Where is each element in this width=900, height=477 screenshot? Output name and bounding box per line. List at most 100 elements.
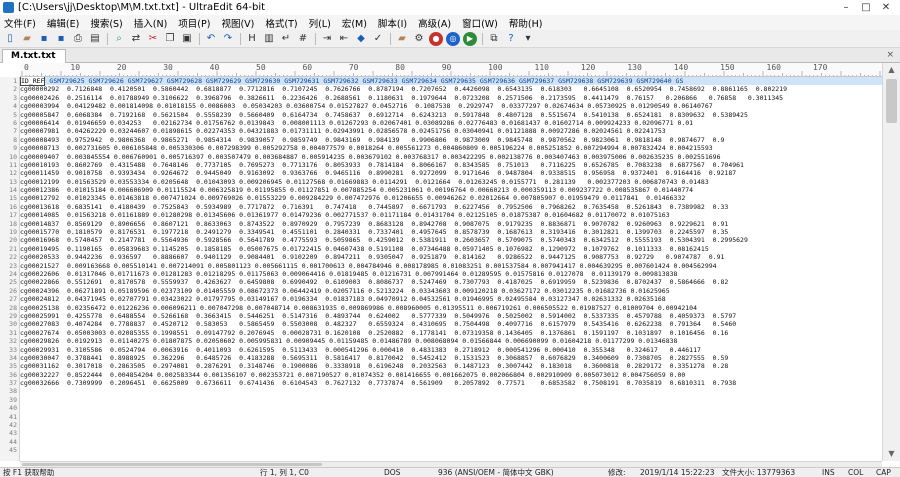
data-row: cg00002426 0.2516114 0.01788949 0.310662… [20, 93, 784, 102]
status-date: 2019/1/14 15:22:23 [640, 468, 715, 477]
print-preview-icon[interactable]: ▤ [88, 32, 102, 46]
save-all-icon[interactable]: ▪ [54, 32, 68, 46]
data-row: cg00027083 0.4074284 0.7788837 0.4520712… [20, 320, 737, 329]
data-row: cg00030047 0.3788441 0.8988925 0.362296 … [20, 353, 729, 362]
menu-script[interactable]: 脚本(I) [378, 16, 407, 30]
redo-icon[interactable]: ↷ [221, 32, 235, 46]
run-icon[interactable]: ▶ [463, 31, 477, 46]
cut-icon[interactable]: ✂ [146, 32, 160, 46]
file-tab[interactable]: M.txt.txt [2, 49, 66, 63]
spell-check-icon[interactable]: ✓ [371, 32, 385, 46]
ruler-label: 120 [580, 63, 596, 72]
vertical-scrollbar[interactable]: ▲ ▼ [882, 63, 900, 461]
status-insert-mode[interactable]: INS [822, 468, 835, 477]
menu-edit[interactable]: 编辑(E) [47, 16, 79, 30]
ruler-label: 20 [116, 63, 127, 72]
data-row: cg00011459 0.9010758 0.9393434 0.9264672… [20, 169, 737, 178]
copy-icon[interactable]: ❐ [163, 32, 177, 46]
data-row: cg00020533 0.9442236 0.936597 0.8886607 … [20, 253, 725, 262]
menu-macro[interactable]: 宏(M) [342, 16, 367, 30]
line-number: 12 [9, 169, 17, 178]
line-number: 22 [9, 253, 17, 262]
paste-icon[interactable]: ▣ [180, 32, 194, 46]
new-file-icon[interactable]: ▯ [3, 32, 17, 46]
status-column-mode[interactable]: COL [848, 468, 863, 477]
text-editor[interactable]: ID_REF GSM729625 GSM729626 GSM729627 GSM… [20, 77, 882, 461]
line-number: 37 [9, 379, 17, 388]
menu-search[interactable]: 搜索(S) [90, 16, 122, 30]
find-icon[interactable]: ⌕ [112, 32, 126, 46]
menu-column[interactable]: 列(L) [309, 16, 331, 30]
column-mode-icon[interactable]: ▥ [262, 32, 276, 46]
data-row: cg00006414 0.01946659 0.034253 0.0216273… [20, 118, 694, 127]
ultraedit-app-icon [3, 2, 14, 13]
line-number-gutter: 1 2 3 4 5 6 7 8 9 10 11 12 13 14 15 16 17 18 19 20 21 22 23 24 2… [0, 77, 20, 461]
vertical-scroll-thumb[interactable] [886, 79, 897, 123]
minimize-button[interactable]: – [836, 0, 856, 15]
bookmark-icon[interactable]: ◆ [354, 32, 368, 46]
replace-icon[interactable]: ⇄ [129, 32, 143, 46]
data-row: cg00014085 0.01563218 0.01161889 0.01280… [20, 211, 670, 220]
data-row: cg00022866 0.5512691 0.8170578 0.5559937… [20, 278, 729, 287]
ruler-label: 110 [534, 63, 549, 72]
dropdown-arrow-icon[interactable]: ▾ [521, 32, 535, 46]
line-number: 34 [9, 353, 17, 362]
line-number: 4 [13, 102, 17, 111]
folder-icon[interactable]: ▰ [395, 32, 409, 46]
close-window-button[interactable]: ✕ [876, 0, 896, 15]
close-tab-icon[interactable]: × [886, 49, 894, 62]
print-icon[interactable]: ⎙ [71, 32, 85, 46]
toolbar-separator [199, 32, 200, 45]
toolbar-separator [482, 32, 483, 45]
menu-file[interactable]: 文件(F) [4, 16, 36, 30]
menu-advanced[interactable]: 高级(A) [418, 16, 451, 30]
ruler-label: 40 [209, 63, 220, 72]
line-number: 27 [9, 295, 17, 304]
line-number: 17 [9, 211, 17, 220]
toolbar-separator [390, 32, 391, 45]
line-number: 14 [9, 186, 17, 195]
menu-format[interactable]: 格式(T) [265, 16, 297, 30]
save-icon[interactable]: ▪ [37, 32, 51, 46]
data-row: cg00015770 0.1810579 0.8176531 0.1977218… [20, 228, 729, 237]
data-row: cg00031162 0.3017018 0.2863505 0.2974081… [20, 362, 729, 371]
menu-help[interactable]: 帮助(H) [509, 16, 543, 30]
menu-view[interactable]: 视图(V) [221, 16, 254, 30]
ruler-label: 60 [302, 63, 313, 72]
compare-icon[interactable]: ⧉ [487, 32, 501, 46]
menu-window[interactable]: 窗口(W) [462, 16, 498, 30]
scroll-down-icon[interactable]: ▼ [883, 447, 900, 461]
status-modified-label: 修改: [608, 468, 626, 477]
line-number: 40 [9, 404, 17, 413]
help-icon[interactable]: ? [504, 32, 518, 46]
header-row: ID_REF GSM729625 GSM729626 GSM729627 GSM… [20, 77, 882, 86]
scroll-up-icon[interactable]: ▲ [883, 63, 900, 77]
undo-icon[interactable]: ↶ [204, 32, 218, 46]
data-row: cg00019495 0.1190165 0.05839683 0.114520… [20, 244, 709, 253]
outdent-icon[interactable]: ⇤ [337, 32, 351, 46]
open-file-icon[interactable]: ▰ [20, 32, 34, 46]
stop-icon[interactable]: ● [429, 31, 443, 46]
line-numbers-icon[interactable]: # [296, 32, 310, 46]
line-number: 13 [9, 177, 17, 186]
ruler-label: 160 [766, 63, 781, 72]
menu-insert[interactable]: 插入(N) [134, 16, 168, 30]
file-tab-label: M.txt.txt [11, 51, 56, 61]
ruler-label: 80 [395, 63, 405, 72]
maximize-button[interactable]: □ [856, 0, 876, 15]
line-number: 6 [13, 118, 17, 127]
line-number: 29 [9, 311, 17, 320]
line-number: 20 [9, 236, 17, 245]
indent-icon[interactable]: ⇥ [320, 32, 334, 46]
ruler-label: 70 [348, 63, 359, 72]
globe-icon[interactable]: ◎ [446, 31, 460, 46]
menu-project[interactable]: 项目(P) [178, 16, 210, 30]
horizontal-scroll-thumb[interactable] [22, 463, 322, 466]
line-number: 16 [9, 202, 17, 211]
menu-bar: 文件(F) 编辑(E) 搜索(S) 插入(N) 项目(P) 视图(V) 格式(T… [0, 15, 900, 30]
line-number: 39 [9, 395, 17, 404]
word-wrap-icon[interactable]: ↵ [279, 32, 293, 46]
hex-mode-icon[interactable]: H [245, 32, 259, 46]
settings-icon[interactable]: ⚙ [412, 32, 426, 46]
ruler-label: 130 [627, 63, 642, 72]
